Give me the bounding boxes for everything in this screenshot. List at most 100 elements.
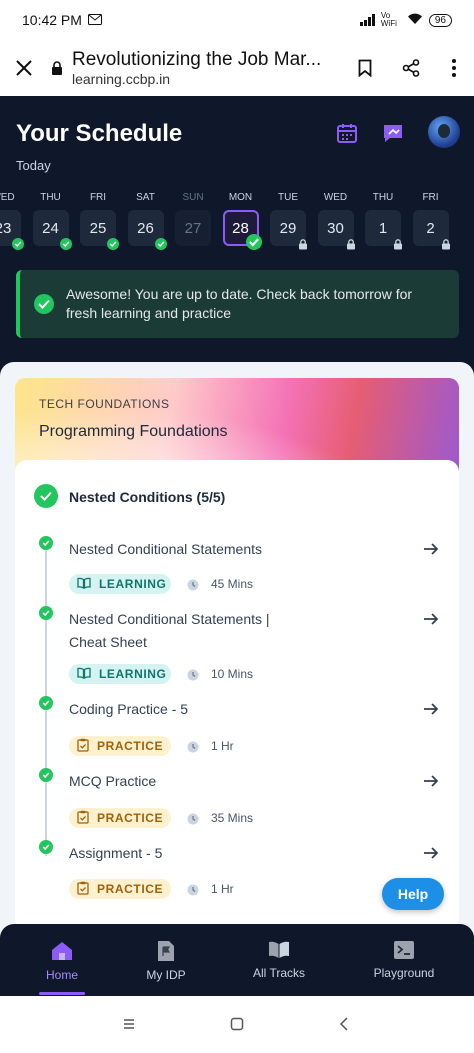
day-name: SAT — [136, 192, 155, 203]
day-name: WED — [0, 192, 15, 203]
mail-notification-icon — [87, 12, 102, 28]
clock-icon — [187, 883, 199, 896]
share-icon[interactable] — [388, 59, 434, 77]
nav-my-idp[interactable]: My IDP — [136, 924, 196, 996]
battery-indicator: 96 — [428, 13, 452, 27]
check-icon — [59, 238, 72, 250]
arrow-right-icon[interactable] — [422, 844, 442, 864]
learning-tag: LEARNING — [69, 574, 171, 594]
unit-card: Nested Conditions (5/5) Nested Condition… — [15, 460, 459, 930]
day-date: 30 — [327, 219, 344, 237]
item-title[interactable]: Coding Practice - 5 — [69, 698, 299, 721]
flag-document-icon — [158, 941, 174, 961]
nav-playground[interactable]: Playground — [366, 924, 442, 996]
app-content: Your Schedule Today WED 23 THU 24 FRI 25 SAT 26… — [0, 96, 474, 996]
network-label: Vo WiFi — [380, 11, 397, 28]
unit-complete-icon — [34, 484, 58, 508]
practice-tag: PRACTICE — [69, 879, 171, 899]
day-date: 26 — [137, 219, 154, 237]
nav-home-label: Home — [45, 968, 78, 982]
signal-icon — [359, 14, 375, 26]
status-bar: 10:42 PM Vo WiFi 96 — [0, 0, 474, 40]
item-complete-icon — [39, 840, 53, 854]
tag-label: LEARNING — [99, 577, 167, 591]
recent-apps-icon[interactable] — [121, 1016, 137, 1032]
day-date: 29 — [279, 219, 297, 237]
home-button-icon[interactable] — [229, 1016, 245, 1032]
arrow-right-icon[interactable] — [422, 610, 442, 630]
clipboard-icon — [77, 738, 89, 755]
nav-all-tracks[interactable]: All Tracks — [244, 924, 314, 996]
day-date: 24 — [42, 219, 59, 237]
practice-tag: PRACTICE — [69, 736, 171, 756]
more-options-icon[interactable] — [434, 59, 474, 77]
check-icon — [154, 238, 167, 250]
check-icon — [245, 234, 262, 250]
chat-icon[interactable] — [380, 120, 406, 146]
address-bar[interactable]: Revolutionizing the Job Mar... learning.… — [66, 49, 342, 87]
day-date: 25 — [89, 219, 107, 237]
today-label: Today — [16, 158, 51, 173]
item-title[interactable]: Assignment - 5 — [69, 842, 299, 865]
item-duration: 35 Mins — [211, 811, 254, 825]
book-icon — [77, 577, 91, 592]
arrow-right-icon[interactable] — [422, 700, 442, 720]
item-duration: 45 Mins — [211, 577, 254, 591]
book-icon — [269, 941, 289, 958]
browser-toolbar: Revolutionizing the Job Mar... learning.… — [0, 40, 474, 96]
tag-label: PRACTICE — [97, 739, 164, 753]
nav-my-idp-label: My IDP — [146, 968, 186, 982]
arrow-right-icon[interactable] — [422, 540, 442, 560]
back-icon[interactable] — [337, 1016, 353, 1032]
close-icon[interactable] — [0, 53, 48, 84]
day-name: TUE — [278, 192, 298, 203]
check-icon — [12, 238, 24, 250]
clock-icon — [187, 740, 199, 753]
schedule-title: Your Schedule — [16, 120, 183, 147]
tag-label: LEARNING — [99, 667, 167, 681]
day-button[interactable]: 27 — [175, 210, 211, 246]
lock-icon — [392, 238, 404, 250]
calendar-icon[interactable] — [334, 120, 360, 146]
help-button[interactable]: Help — [382, 878, 444, 910]
lock-icon — [297, 238, 309, 250]
active-tab-indicator — [39, 992, 85, 995]
bookmark-icon[interactable] — [342, 59, 388, 77]
avatar[interactable] — [428, 116, 460, 148]
learning-tag: LEARNING — [69, 664, 171, 684]
page-title: Revolutionizing the Job Mar... — [72, 49, 322, 70]
course-category: TECH FOUNDATIONS — [39, 397, 170, 411]
up-to-date-alert: Awesome! You are up to date. Check back … — [16, 270, 459, 338]
bottom-navigation: Home My IDP All Tracks Playground — [0, 924, 474, 996]
nav-playground-label: Playground — [373, 966, 435, 980]
lock-icon — [345, 238, 357, 250]
day-name: SUN — [182, 192, 204, 203]
item-complete-icon — [39, 768, 53, 782]
clipboard-icon — [77, 810, 89, 827]
day-date: 2 — [426, 219, 435, 237]
item-duration: 10 Mins — [211, 667, 254, 681]
day-date: 23 — [0, 219, 12, 237]
item-complete-icon — [39, 696, 53, 710]
alert-message: Awesome! You are up to date. Check back … — [66, 286, 413, 321]
item-duration: 1 Hr — [211, 882, 234, 896]
item-title[interactable]: Nested Conditional Statements | Cheat Sh… — [69, 608, 299, 654]
tag-label: PRACTICE — [97, 811, 164, 825]
day-name: WED — [323, 192, 348, 203]
course-name: Programming Foundations — [39, 423, 228, 440]
day-name: THU — [372, 192, 394, 203]
arrow-right-icon[interactable] — [422, 772, 442, 792]
nav-all-tracks-label: All Tracks — [252, 966, 305, 980]
clock-icon — [187, 668, 199, 681]
item-title[interactable]: Nested Conditional Statements — [69, 538, 299, 561]
clock-icon — [187, 578, 199, 591]
item-title[interactable]: MCQ Practice — [69, 770, 299, 793]
terminal-icon — [394, 941, 414, 959]
item-complete-icon — [39, 536, 53, 550]
day-date: 27 — [184, 219, 202, 237]
clock-icon — [187, 812, 199, 825]
nav-home[interactable]: Home — [40, 924, 84, 996]
lock-icon — [440, 238, 452, 250]
day-name: FRI — [422, 192, 439, 203]
day-name: THU — [40, 192, 61, 203]
